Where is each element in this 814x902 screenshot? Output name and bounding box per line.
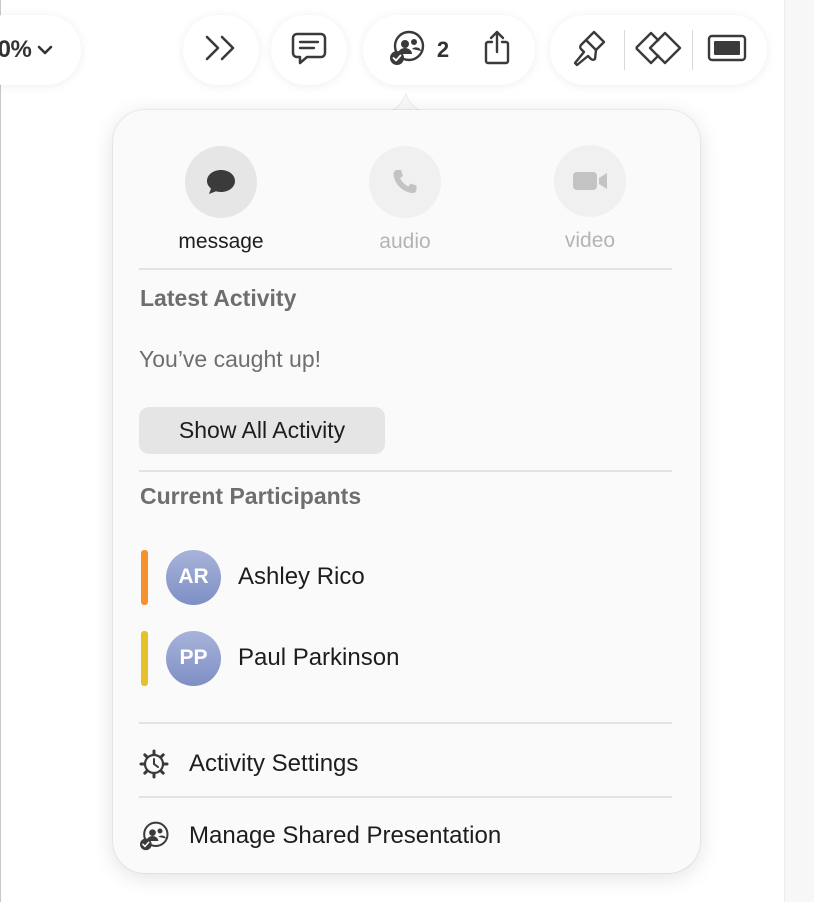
collaboration-pill: 2 xyxy=(363,15,535,85)
message-action[interactable]: message xyxy=(151,146,291,254)
show-all-activity-button[interactable]: Show All Activity xyxy=(139,407,385,454)
audio-action[interactable]: audio xyxy=(335,146,475,254)
double-chevron-right-icon xyxy=(203,34,239,67)
message-bubble-icon xyxy=(185,146,257,218)
participant-name: Ashley Rico xyxy=(238,563,365,590)
animate-button[interactable] xyxy=(628,15,688,85)
chevron-down-icon xyxy=(37,44,53,56)
collaboration-popover: message audio video Latest Activity You’… xyxy=(113,110,700,873)
scroll-gutter xyxy=(784,0,814,902)
video-camera-icon xyxy=(554,145,626,217)
collaborate-icon xyxy=(139,821,173,851)
document-button[interactable] xyxy=(697,15,757,85)
toolbar-divider xyxy=(692,30,694,70)
participant-color-indicator xyxy=(141,549,148,605)
audio-label: audio xyxy=(379,230,431,253)
activity-settings-item[interactable]: Activity Settings xyxy=(139,742,672,786)
share-button[interactable] xyxy=(467,15,527,85)
activity-gear-icon xyxy=(139,749,173,779)
current-participants-title: Current Participants xyxy=(140,483,362,509)
caught-up-text: You’ve caught up! xyxy=(139,346,322,372)
popover-arrow xyxy=(386,92,426,112)
divider xyxy=(139,268,672,270)
toolbar-divider xyxy=(623,30,625,70)
divider xyxy=(139,722,672,724)
participant-row: PP Paul Parkinson xyxy=(141,629,641,687)
more-tools-button[interactable] xyxy=(183,15,259,85)
video-action[interactable]: video xyxy=(520,145,660,253)
divider xyxy=(139,796,672,798)
latest-activity-title: Latest Activity xyxy=(140,285,297,311)
divider xyxy=(139,470,672,472)
inspector-tools-pill xyxy=(550,15,767,85)
video-label: video xyxy=(564,229,616,252)
window-edge xyxy=(0,0,1,902)
manage-shared-presentation-item[interactable]: Manage Shared Presentation xyxy=(139,814,672,858)
comment-button[interactable] xyxy=(271,15,347,85)
animate-diamond-icon xyxy=(633,30,683,71)
manage-shared-presentation-label: Manage Shared Presentation xyxy=(189,822,502,849)
document-panel-icon xyxy=(707,33,747,68)
participant-name: Paul Parkinson xyxy=(238,644,400,671)
phone-icon xyxy=(369,146,441,218)
avatar: AR xyxy=(166,549,221,605)
comment-icon xyxy=(290,30,328,71)
collaborate-button[interactable]: 2 xyxy=(371,15,467,85)
zoom-value: 0% xyxy=(0,36,32,63)
participant-color-indicator xyxy=(141,630,148,686)
paintbrush-icon xyxy=(572,29,608,72)
participant-count: 2 xyxy=(436,37,450,62)
collaborate-icon xyxy=(389,30,427,71)
zoom-control[interactable]: 0% xyxy=(0,15,81,85)
avatar: PP xyxy=(166,630,221,686)
message-label: message xyxy=(178,230,264,253)
activity-settings-label: Activity Settings xyxy=(189,750,359,777)
participant-row: AR Ashley Rico xyxy=(141,548,641,606)
share-icon xyxy=(482,29,512,72)
format-button[interactable] xyxy=(560,15,620,85)
